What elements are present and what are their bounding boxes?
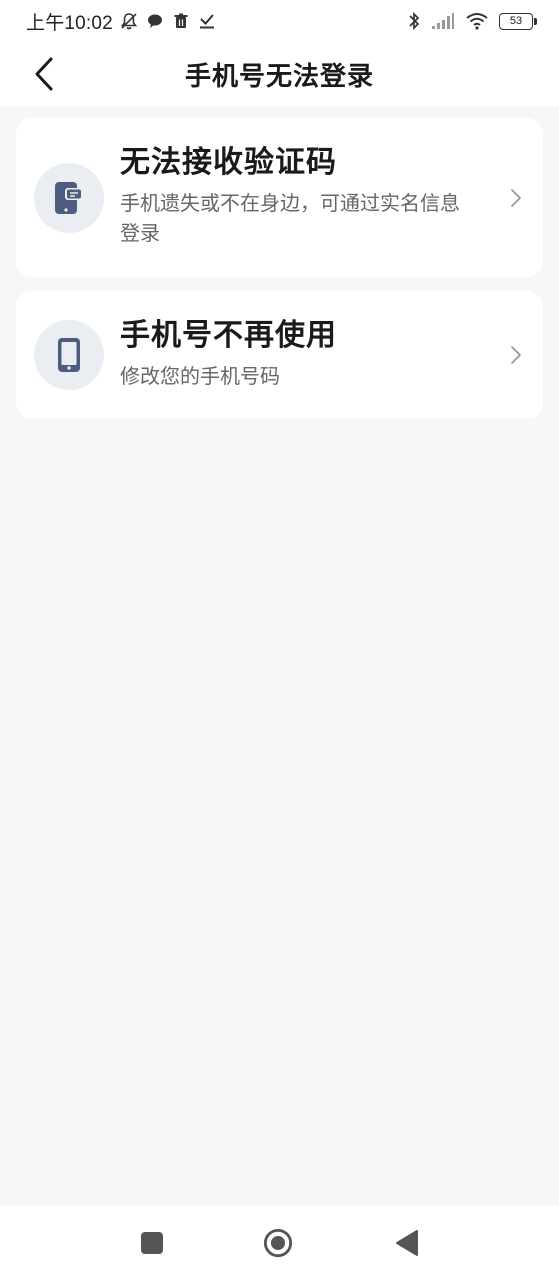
back-button[interactable] xyxy=(24,54,64,94)
option-icon-circle xyxy=(34,320,104,390)
page-title: 手机号无法登录 xyxy=(184,61,374,92)
option-title: 手机号不再使用 xyxy=(120,318,337,353)
mute-bell-icon xyxy=(120,13,138,30)
option-cannot-receive-code[interactable]: 无法接收验证码 手机遗失或不在身边，可通过实名信息登录 xyxy=(16,118,543,277)
status-time: 上午10:02 xyxy=(26,12,113,34)
download-check-icon xyxy=(199,14,214,29)
chevron-right-icon xyxy=(511,189,521,207)
signal-icon xyxy=(432,13,454,29)
bluetooth-icon xyxy=(409,11,420,31)
status-bar: 上午10:02 53 xyxy=(0,0,559,42)
chevron-right-icon xyxy=(511,346,521,364)
recents-square-icon xyxy=(141,1232,163,1254)
status-left: 上午10:02 xyxy=(26,8,217,35)
chevron-left-icon xyxy=(35,57,53,91)
back-triangle-icon xyxy=(396,1230,418,1256)
option-text: 手机号不再使用 修改您的手机号码 xyxy=(120,315,473,391)
mobile-phone-icon xyxy=(58,338,80,372)
system-back-button[interactable] xyxy=(392,1228,422,1258)
wifi-icon xyxy=(466,13,488,30)
option-title: 无法接收验证码 xyxy=(120,145,337,180)
option-text: 无法接收验证码 手机遗失或不在身边，可通过实名信息登录 xyxy=(120,142,473,248)
home-circle-icon xyxy=(263,1228,293,1258)
option-icon-circle xyxy=(34,163,104,233)
home-button[interactable] xyxy=(263,1228,293,1258)
battery-level: 53 xyxy=(509,15,523,27)
chat-bubble-icon xyxy=(147,14,162,28)
header-bar: 手机号无法登录 xyxy=(0,42,559,106)
recents-button[interactable] xyxy=(137,1228,167,1258)
option-description: 手机遗失或不在身边，可通过实名信息登录 xyxy=(120,191,460,245)
option-number-not-in-use[interactable]: 手机号不再使用 修改您的手机号码 xyxy=(16,291,543,419)
option-description: 修改您的手机号码 xyxy=(120,364,280,388)
phone-message-icon xyxy=(55,182,83,214)
status-right: 53 xyxy=(407,11,537,31)
system-nav-bar xyxy=(0,1206,559,1280)
trash-icon xyxy=(174,13,188,28)
battery-icon: 53 xyxy=(499,12,537,30)
